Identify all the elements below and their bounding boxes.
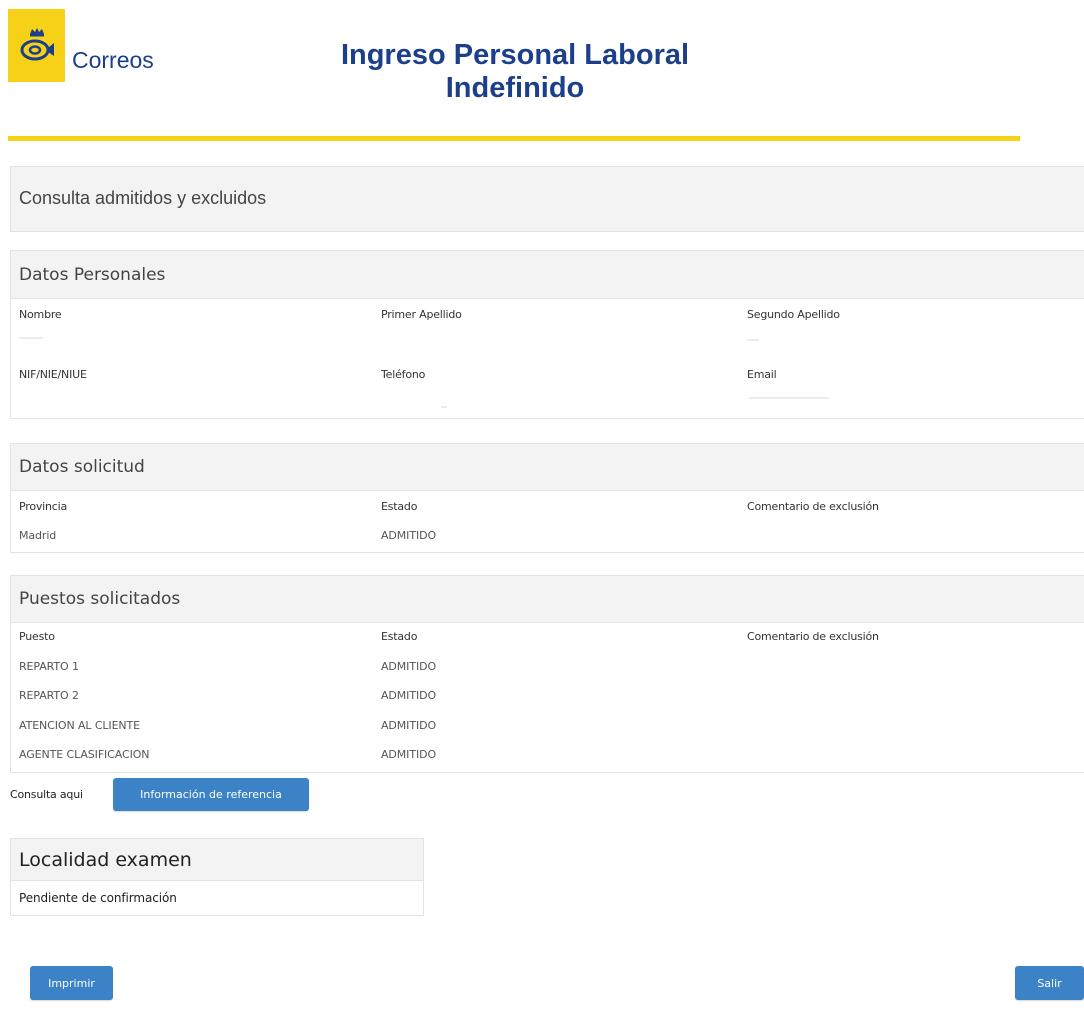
correos-logo: [8, 9, 65, 82]
segundo-apellido-value: [747, 339, 759, 341]
localidad-examen-title: Localidad examen: [11, 839, 423, 881]
segundo-apellido-label: Segundo Apellido: [747, 308, 840, 321]
datos-personales-panel: Datos Personales Nombre Primer Apellido …: [10, 250, 1084, 419]
puestos-table: Puesto Estado Comentario de exclusión RE…: [11, 623, 1084, 771]
table-row-puesto: REPARTO 1: [19, 660, 79, 673]
provincia-value: Madrid: [19, 529, 57, 542]
page-title-line1: Ingreso Personal Laboral: [340, 39, 690, 71]
comentario-exclusion-label: Comentario de exclusión: [747, 500, 879, 513]
localidad-examen-value: Pendiente de confirmación: [19, 891, 177, 905]
puestos-panel: Puestos solicitados Puesto Estado Coment…: [10, 575, 1084, 773]
localidad-examen-panel: Localidad examen Pendiente de confirmaci…: [10, 838, 424, 916]
table-row-puesto: AGENTE CLASIFICACION: [19, 748, 150, 761]
nif-label: NIF/NIE/NIUE: [19, 368, 87, 381]
nombre-value: [19, 337, 43, 339]
col-estado-header: Estado: [381, 630, 418, 643]
col-comentario-header: Comentario de exclusión: [747, 630, 879, 643]
page-title-line2: Indefinido: [445, 72, 585, 104]
table-row-puesto: ATENCION AL CLIENTE: [19, 719, 141, 732]
imprimir-button[interactable]: Imprimir: [30, 966, 113, 1000]
datos-solicitud-title: Datos solicitud: [11, 444, 1084, 491]
telefono-label: Teléfono: [381, 368, 426, 381]
nombre-label: Nombre: [19, 308, 62, 321]
primer-apellido-label: Primer Apellido: [381, 308, 462, 321]
table-row-estado: ADMITIDO: [381, 689, 437, 702]
table-row-estado: ADMITIDO: [381, 719, 437, 732]
provincia-label: Provincia: [19, 500, 68, 513]
puestos-title: Puestos solicitados: [11, 576, 1084, 623]
consulta-aqui-label: Consulta aqui: [10, 788, 83, 801]
logo-text: Correos: [72, 47, 154, 73]
email-label: Email: [747, 368, 777, 381]
table-row-estado: ADMITIDO: [381, 660, 437, 673]
salir-button[interactable]: Salir: [1015, 966, 1084, 1000]
page-title: Ingreso Personal Laboral Indefinido: [300, 39, 730, 105]
datos-personales-title: Datos Personales: [11, 251, 1084, 299]
estado-value: ADMITIDO: [381, 529, 437, 542]
consulta-title: Consulta admitidos y excluidos: [11, 167, 1084, 231]
consulta-panel: Consulta admitidos y excluidos: [10, 166, 1084, 232]
datos-solicitud-panel: Datos solicitud Provincia Estado Comenta…: [10, 443, 1084, 553]
informacion-referencia-button[interactable]: Información de referencia: [113, 778, 309, 811]
table-row-estado: ADMITIDO: [381, 748, 437, 761]
table-row-puesto: REPARTO 2: [19, 689, 79, 702]
email-value: [749, 397, 829, 399]
col-puesto-header: Puesto: [19, 630, 55, 643]
telefono-value: [441, 406, 447, 408]
header-divider: [8, 136, 1020, 141]
post-horn-crown-icon: [20, 27, 54, 60]
estado-label: Estado: [381, 500, 418, 513]
